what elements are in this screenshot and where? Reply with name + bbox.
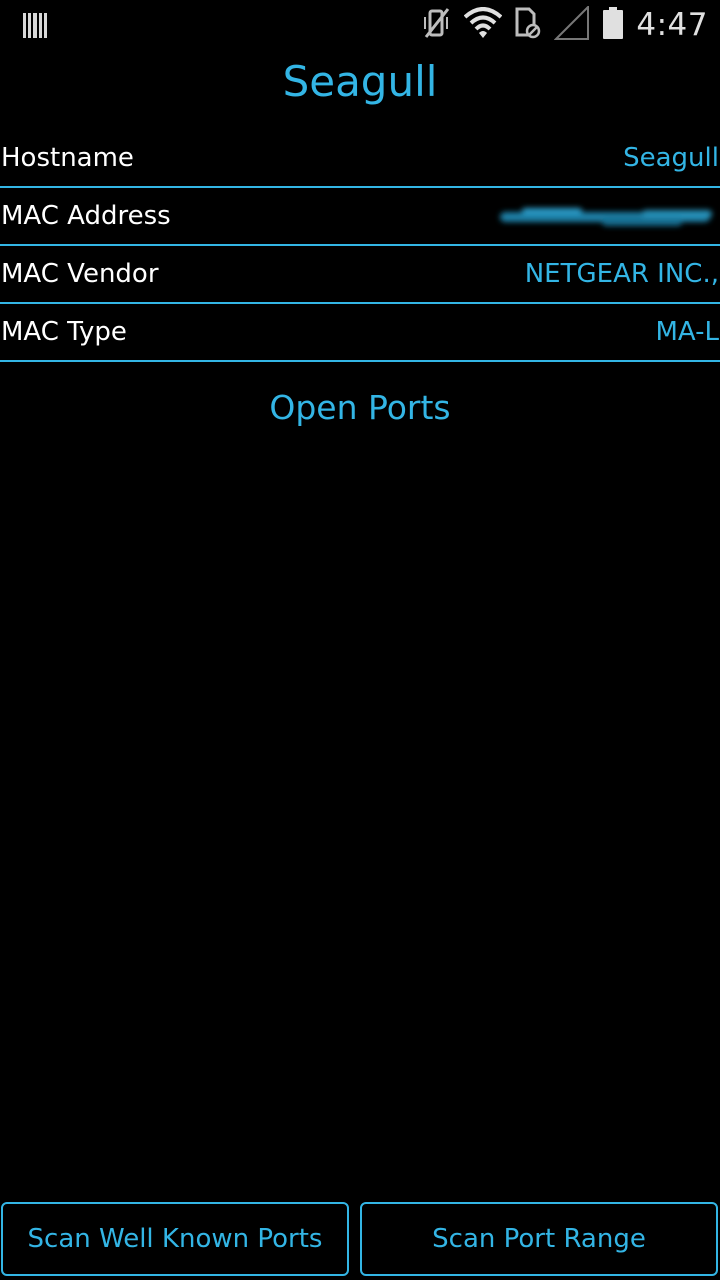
- mac-vendor-label: MAC Vendor: [1, 259, 159, 289]
- sim-blocked-icon: [514, 7, 542, 43]
- mac-address-row: MAC Address: [0, 188, 720, 246]
- mac-type-value: MA-L: [655, 317, 719, 347]
- mac-vendor-value: NETGEAR INC.,: [524, 259, 719, 289]
- hostname-row: Hostname Seagull: [0, 130, 720, 188]
- mac-vendor-row: MAC Vendor NETGEAR INC.,: [0, 246, 720, 304]
- mac-address-value-redacted: [492, 202, 720, 232]
- page-title: Seagull: [282, 57, 438, 106]
- barcode-icon: [22, 11, 48, 39]
- info-list: Hostname Seagull MAC Address MAC Vendor …: [0, 130, 720, 362]
- vibrate-off-icon: [422, 7, 452, 43]
- open-ports-list[interactable]: [0, 440, 720, 1190]
- mac-type-label: MAC Type: [1, 317, 127, 347]
- scan-port-range-button[interactable]: Scan Port Range: [360, 1202, 718, 1276]
- screen: 4:47 Seagull Hostname Seagull MAC Addres…: [0, 0, 720, 1280]
- mac-address-label: MAC Address: [1, 201, 171, 231]
- open-ports-title: Open Ports: [269, 388, 451, 427]
- hostname-label: Hostname: [1, 143, 134, 173]
- signal-icon: [553, 4, 590, 44]
- status-bar: 4:47: [0, 0, 720, 50]
- battery-icon: [602, 6, 624, 44]
- mac-type-row: MAC Type MA-L: [0, 304, 720, 362]
- wifi-icon: [464, 7, 503, 43]
- hostname-value: Seagull: [623, 143, 719, 173]
- status-time: 4:47: [636, 7, 708, 43]
- scan-well-known-ports-button[interactable]: Scan Well Known Ports: [1, 1202, 349, 1276]
